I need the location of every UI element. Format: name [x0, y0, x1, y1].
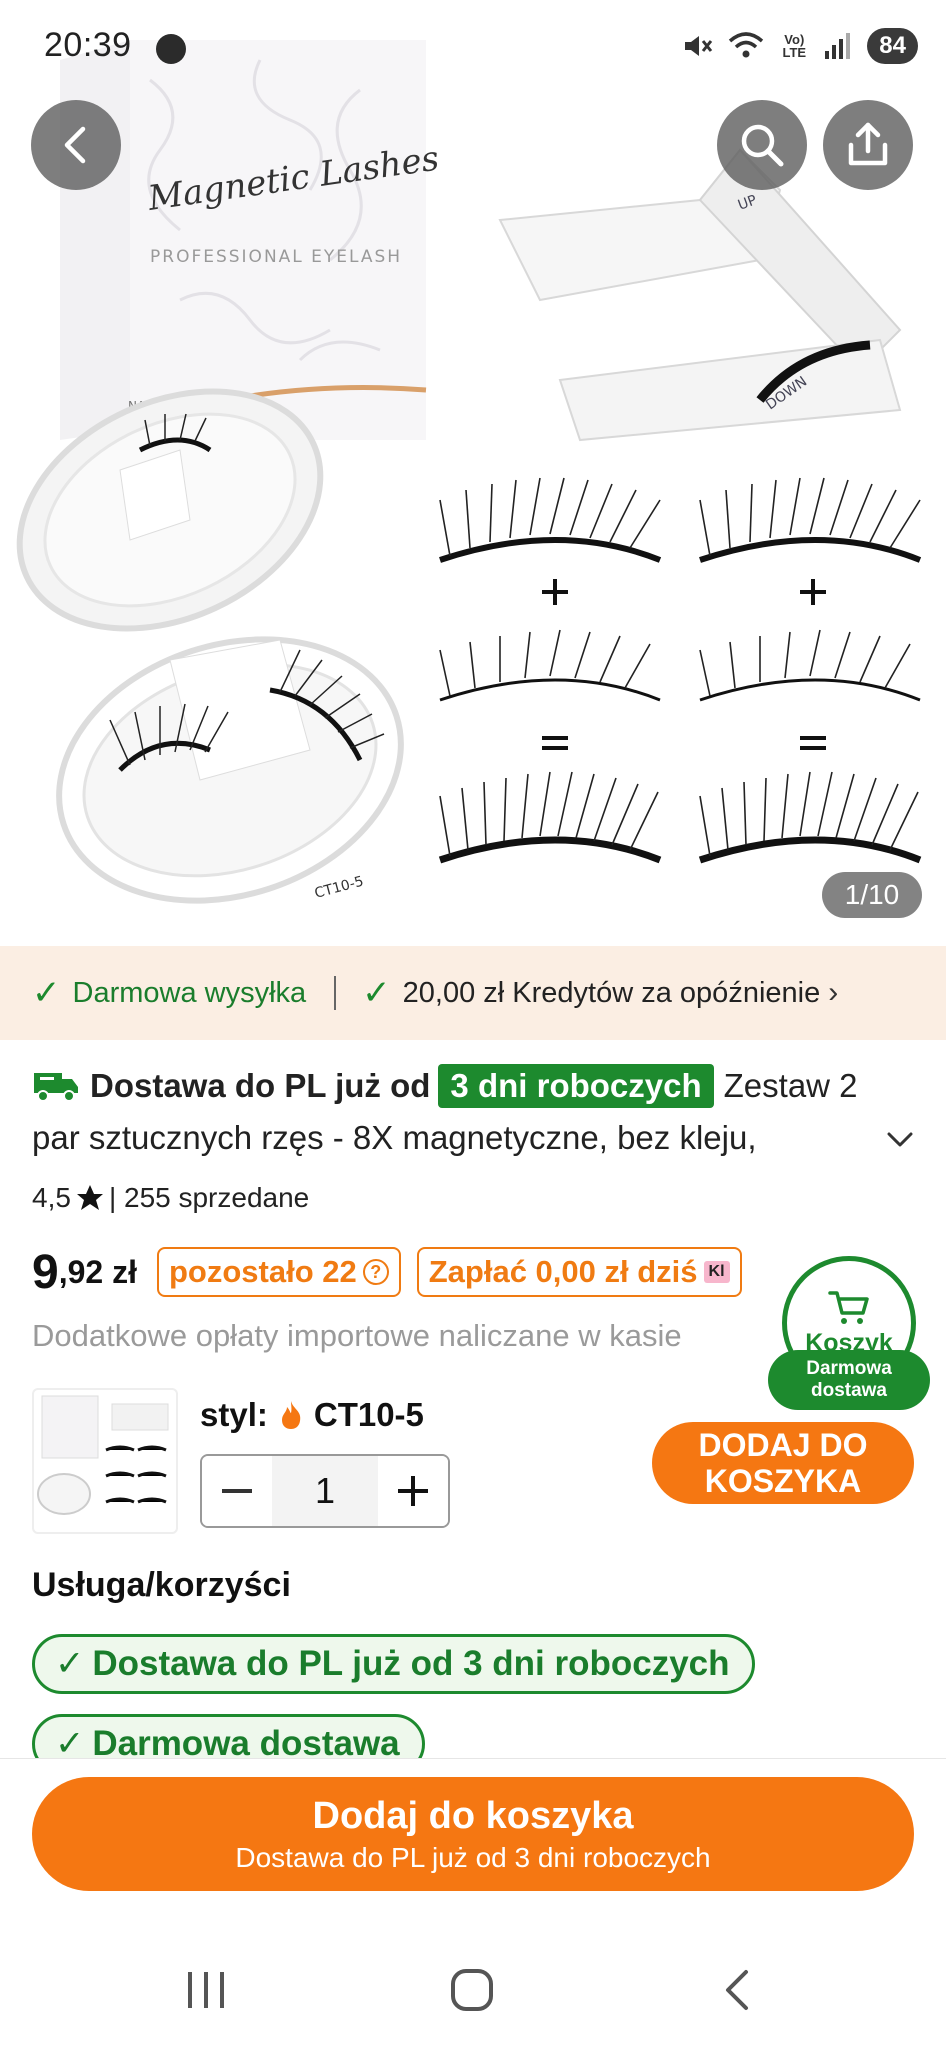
rating-value: 4,5: [32, 1182, 71, 1213]
remaining-stock-text: pozostało 22: [168, 1254, 357, 1289]
delivery-prefix: Dostawa do PL już od: [90, 1067, 431, 1104]
style-label: styl:: [200, 1396, 268, 1433]
network-type: Vo) LTE: [782, 32, 807, 60]
pay-later-badge[interactable]: Zapłać 0,00 zł dziś Kl: [416, 1247, 742, 1297]
search-icon: [741, 124, 784, 167]
check-icon: ✓: [32, 974, 61, 1012]
home-button[interactable]: [432, 1960, 512, 2020]
back-button[interactable]: [31, 100, 121, 190]
product-title: Dostawa do PL już od 3 dni roboczych Zesta…: [32, 1060, 872, 1164]
quantity-value[interactable]: 1: [272, 1456, 378, 1526]
check-icon: ✓: [55, 1724, 85, 1758]
price-row: 9 ,92 zł pozostało 22 ? Zapłać 0,00 zł d…: [32, 1244, 809, 1300]
help-icon: ?: [362, 1259, 389, 1285]
pay-later-clip: Zapłać 0,00 zł dziś Kl: [416, 1247, 809, 1297]
system-back-button[interactable]: [697, 1960, 777, 2020]
rating-line[interactable]: 4,5 | 255 sprzedane: [32, 1182, 309, 1214]
lash-illustrations: [438, 477, 922, 864]
delay-credit-benefit: 20,00 zł Kredytów za opóźnienie: [402, 976, 821, 1009]
expand-title-button[interactable]: [880, 1120, 920, 1160]
free-shipping-benefit: Darmowa wysyłka: [72, 976, 307, 1009]
import-fees-note: Dodatkowe opłaty importowe naliczane w k…: [32, 1318, 682, 1353]
price-integer: 9: [32, 1245, 59, 1299]
service-chip-delivery[interactable]: ✓ Dostawa do PL już od 3 dni roboczych: [32, 1634, 755, 1694]
add-to-cart-title: Dodaj do koszyka: [312, 1794, 634, 1837]
style-selector[interactable]: styl: CT10-5: [200, 1396, 424, 1434]
signal-icon: [825, 33, 851, 59]
product-image-gallery[interactable]: Magnetic Lashes PROFESSIONAL EYELASH NAT…: [0, 0, 946, 940]
star-icon: [76, 1185, 103, 1210]
variant-thumbnail[interactable]: [32, 1388, 178, 1534]
service-chip-label: Dostawa do PL już od 3 dni roboczych: [92, 1644, 730, 1683]
share-icon: [848, 122, 888, 166]
add-to-cart-subtitle: Dostawa do PL już od 3 dni roboczych: [235, 1841, 711, 1873]
remaining-stock-badge[interactable]: pozostało 22 ?: [156, 1247, 401, 1297]
mute-icon: [685, 36, 713, 56]
plus-icon: [398, 1476, 428, 1506]
status-time: 20:39: [44, 26, 132, 64]
home-icon: [451, 1969, 493, 2011]
check-icon: ✓: [55, 1644, 85, 1683]
chevron-down-icon: [887, 1132, 913, 1147]
bottom-action-bar: Dodaj do koszyka Dostawa do PL już od 3 …: [0, 1758, 946, 1898]
free-delivery-pill: Darmowa dostawa: [768, 1350, 930, 1410]
recent-apps-button[interactable]: [166, 1960, 246, 2020]
cart-icon: [828, 1290, 869, 1324]
image-counter: 1/10: [822, 872, 922, 918]
recent-apps-icon: [188, 1972, 224, 2008]
check-icon: ✓: [362, 974, 391, 1012]
sold-count: | 255 sprzedane: [108, 1182, 310, 1213]
services-heading: Usługa/korzyści: [32, 1566, 291, 1604]
fire-icon: [281, 1401, 301, 1429]
services-clip: ✓ Darmowa dostawa: [0, 1700, 946, 1758]
price-decimal: ,92 zł: [58, 1253, 137, 1290]
benefits-strip[interactable]: ✓ Darmowa wysyłka ✓ 20,00 zł Kredytów za…: [0, 946, 946, 1040]
wifi-icon: [729, 32, 764, 58]
service-chip-free-delivery[interactable]: ✓ Darmowa dostawa: [32, 1714, 425, 1758]
battery-indicator: 84: [867, 28, 918, 64]
add-to-cart-small-button[interactable]: DODAJ DO KOSZYKA: [652, 1422, 914, 1504]
delivery-truck-icon: [34, 1073, 78, 1102]
klarna-logo: Kl: [703, 1261, 730, 1283]
variant-thumbnail-image: [37, 1395, 169, 1515]
status-bar: 20:39 Vo) LTE 84: [0, 0, 946, 96]
case-code-label: CT10-5: [313, 873, 366, 901]
chevron-right-icon: ›: [828, 976, 839, 1009]
decrease-quantity-button[interactable]: [202, 1456, 272, 1526]
search-button[interactable]: [717, 100, 807, 190]
style-value: CT10-5: [313, 1396, 424, 1433]
quantity-stepper: 1: [200, 1454, 450, 1528]
messenger-icon: [156, 34, 186, 64]
delivery-days-badge: 3 dni roboczych: [438, 1064, 714, 1108]
pay-later-text: Zapłać 0,00 zł dziś: [428, 1254, 698, 1289]
minus-icon: [222, 1489, 252, 1493]
chevron-left-icon: [726, 1970, 748, 2010]
service-chip-label: Darmowa dostawa: [92, 1724, 400, 1758]
chevron-left-icon: [64, 126, 86, 164]
box-subtitle-text: PROFESSIONAL EYELASH: [150, 247, 402, 267]
share-button[interactable]: [823, 100, 913, 190]
system-navigation-bar: [0, 1930, 946, 2049]
increase-quantity-button[interactable]: [378, 1456, 448, 1526]
add-to-cart-button[interactable]: Dodaj do koszyka Dostawa do PL już od 3 …: [32, 1777, 914, 1891]
divider: [334, 976, 337, 1010]
